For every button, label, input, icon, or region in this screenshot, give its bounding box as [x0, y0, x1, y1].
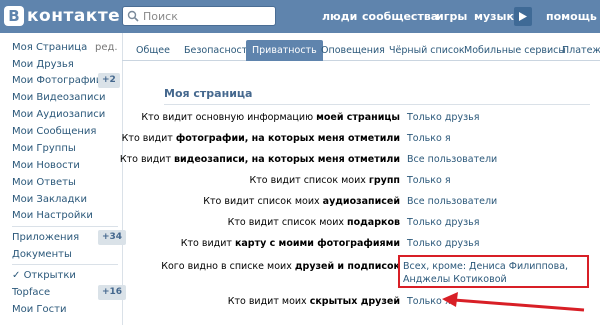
sidebar-item-audio[interactable]: Мои Аудиозаписи [12, 107, 105, 123]
annotation-arrow [442, 292, 585, 312]
sidebar-item-apps[interactable]: Приложения [12, 230, 79, 246]
sidebar-item-topface[interactable]: Topface [12, 285, 50, 301]
label-bold: фотографии, на которых меня отметили [175, 133, 400, 144]
sidebar-item-photos[interactable]: Мои Фотографии [12, 73, 102, 89]
privacy-row: Кто видит список моих аудиозаписей Все п… [122, 194, 600, 214]
sidebar-item-friends[interactable]: Мои Друзья [12, 57, 74, 73]
photos-badge: +2 [98, 73, 120, 88]
sidebar-item-documents[interactable]: Документы [12, 247, 72, 263]
privacy-row: Кто видит видеозаписи, на которых меня о… [120, 152, 600, 172]
label-bold: друзей и подписок [294, 261, 400, 272]
privacy-value-link[interactable]: Только я [407, 175, 451, 186]
label-prefix: Кто видит список моих [249, 175, 369, 186]
label-bold: видеозаписи, на которых меня отметили [174, 154, 400, 165]
privacy-label: Кто видит карту с моими фотографиями [181, 238, 400, 249]
privacy-value-link[interactable]: Только я [407, 133, 451, 144]
logo[interactable]: В контакте [4, 5, 120, 27]
privacy-value-link[interactable]: Только друзья [407, 238, 479, 249]
label-bold: групп [368, 175, 400, 186]
search-box[interactable] [122, 6, 276, 26]
privacy-row: Кто видит карту с моими фотографиями Тол… [122, 236, 600, 256]
sidebar-item-settings[interactable]: Мои Настройки [12, 208, 93, 224]
privacy-value-link[interactable]: Всех, кроме: Дениса Филиппова, Анджелы К… [403, 260, 588, 286]
label-prefix: Кто видит моих [227, 296, 310, 307]
sidebar-item-news[interactable]: Мои Новости [12, 158, 80, 174]
label-prefix: Кто видит [180, 238, 235, 249]
label-bold: аудиозаписей [322, 196, 400, 207]
sidebar-item-postcards[interactable]: ✓ Открытки [12, 268, 76, 284]
edit-link[interactable]: ред. [95, 40, 118, 56]
sidebar-item-label: Открытки [23, 270, 76, 281]
search-input[interactable] [143, 9, 273, 23]
sidebar-divider [12, 226, 118, 227]
settings-tabs: Общее Безопасность Приватность Оповещени… [122, 40, 600, 61]
nav-games[interactable]: игры [436, 10, 467, 23]
label-prefix: Кого видно в списке моих [161, 261, 295, 272]
privacy-value-link[interactable]: Только друзья [407, 112, 479, 123]
privacy-row: Кто видит список моих подарков Только др… [122, 215, 600, 235]
top-bar: В контакте люди сообщества игры музыка п… [0, 0, 600, 33]
label-bold: скрытых друзей [309, 296, 400, 307]
privacy-label: Кто видит список моих подарков [228, 217, 400, 228]
sidebar-item-messages[interactable]: Мои Сообщения [12, 124, 96, 140]
sidebar-item-videos[interactable]: Мои Видеозаписи [12, 90, 105, 106]
privacy-label: Кто видит видеозаписи, на которых меня о… [120, 154, 400, 165]
tab-general[interactable]: Общее [130, 40, 176, 61]
label-prefix: Кто видит основную информацию [141, 112, 317, 123]
privacy-label: Кто видит основную информацию моей стран… [141, 112, 400, 123]
sidebar-divider [12, 264, 118, 265]
sidebar-item-guests[interactable]: Мои Гости [12, 302, 66, 318]
privacy-value-link[interactable]: Все пользователи [407, 196, 497, 207]
label-prefix: Кто видит список моих [203, 196, 323, 207]
sidebar-item-my-page[interactable]: Моя Страница [12, 40, 87, 56]
tab-payments[interactable]: Платежи [556, 40, 600, 61]
logo-mark: В [4, 6, 24, 26]
label-bold: моей страницы [316, 112, 400, 123]
privacy-label: Кого видно в списке моих друзей и подпис… [161, 261, 400, 272]
search-icon [127, 10, 139, 22]
privacy-label: Кто видит список моих аудиозаписей [203, 196, 400, 207]
sidebar-item-answers[interactable]: Мои Ответы [12, 175, 76, 191]
section-title: Моя страница [164, 87, 253, 100]
check-icon: ✓ [12, 270, 24, 281]
label-prefix: Кто видит [119, 154, 175, 165]
label-prefix: Кто видит [121, 133, 176, 144]
privacy-label: Кто видит моих скрытых друзей [228, 296, 400, 307]
privacy-value-link[interactable]: Все пользователи [407, 154, 497, 165]
play-icon [519, 12, 527, 21]
privacy-row: Кто видит список моих групп Только я [122, 173, 600, 193]
privacy-label: Кто видит фотографии, на которых меня от… [122, 133, 400, 144]
label-bold: подарков [347, 217, 400, 228]
privacy-row: Кто видит фотографии, на которых меня от… [122, 131, 600, 151]
privacy-row: Кто видит основную информацию моей стран… [122, 110, 600, 130]
label-bold: карту с моими фотографиями [234, 238, 400, 249]
sidebar-item-groups[interactable]: Мои Группы [12, 141, 76, 157]
nav-help[interactable]: помощь [546, 10, 597, 23]
sidebar-item-bookmarks[interactable]: Мои Закладки [12, 192, 87, 208]
tab-mobile[interactable]: Мобильные сервисы [458, 40, 572, 61]
logo-text: контакте [27, 6, 121, 26]
play-button[interactable] [514, 7, 532, 26]
nav-people[interactable]: люди [322, 10, 357, 23]
privacy-label: Кто видит список моих групп [250, 175, 400, 186]
privacy-value-link[interactable]: Только друзья [407, 217, 479, 228]
nav-communities[interactable]: сообщества [362, 10, 438, 23]
label-prefix: Кто видит список моих [227, 217, 348, 228]
section-divider [164, 104, 590, 105]
tab-notifications[interactable]: Оповещения [315, 40, 391, 61]
tab-privacy[interactable]: Приватность [246, 40, 323, 61]
